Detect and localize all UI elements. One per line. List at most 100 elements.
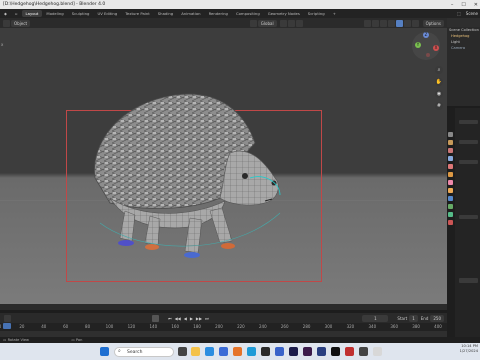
scene-icon: ⬚ <box>457 11 461 16</box>
property-row[interactable] <box>459 215 478 219</box>
gizmo-toggle-icon[interactable] <box>371 19 379 27</box>
transform-dropdown[interactable]: Global <box>257 19 277 27</box>
scene-name[interactable]: Scene <box>466 11 478 16</box>
play-reverse-icon[interactable]: ◀ <box>184 316 187 321</box>
add-workspace-button[interactable]: + <box>329 10 340 17</box>
ruler-tick: 40 <box>41 324 47 329</box>
scene-tab-icon[interactable] <box>448 164 453 169</box>
tab-geometry-nodes[interactable]: Geometry Nodes <box>264 10 304 17</box>
app-icon[interactable] <box>275 347 284 356</box>
3d-viewport[interactable]: x Z X Y ⌕ ✋ ◉ # <box>0 28 447 306</box>
property-row[interactable] <box>459 140 478 144</box>
transform-orientation-icon[interactable] <box>249 19 257 27</box>
pan-hand-icon[interactable]: ✋ <box>435 78 443 86</box>
task-view-icon[interactable] <box>178 347 187 356</box>
physics-tab-icon[interactable] <box>448 204 453 209</box>
output-tab-icon[interactable] <box>448 148 453 153</box>
axis-x-icon[interactable]: X <box>433 45 439 51</box>
collection-tab-icon[interactable] <box>448 180 453 185</box>
jump-start-icon[interactable]: ⏮ <box>168 316 172 321</box>
pivot-icon[interactable] <box>279 19 287 27</box>
visibility-icon[interactable] <box>363 19 371 27</box>
viewport-scrollbar[interactable] <box>0 304 447 310</box>
app-icon[interactable] <box>331 347 340 356</box>
end-frame-field[interactable]: 250 <box>430 314 444 322</box>
shading-material-icon[interactable] <box>403 19 411 27</box>
ortho-grid-icon[interactable]: # <box>435 102 443 110</box>
app-icon[interactable] <box>345 347 354 356</box>
premiere-icon[interactable] <box>303 347 312 356</box>
minimize-button[interactable]: – <box>451 2 454 8</box>
overlay-toggle-icon[interactable] <box>379 19 387 27</box>
file-explorer-icon[interactable] <box>191 347 200 356</box>
object-tab-icon[interactable] <box>448 188 453 193</box>
start-icon[interactable] <box>100 347 109 356</box>
shading-rendered-icon[interactable] <box>411 19 419 27</box>
ruler-tick: 100 <box>105 324 114 329</box>
options-dropdown[interactable]: Options <box>422 19 444 27</box>
app-icon[interactable] <box>373 347 382 356</box>
constraint-tab-icon[interactable] <box>448 212 453 217</box>
close-button[interactable]: ✕ <box>474 2 478 8</box>
navigation-gizmo[interactable]: Z X Y <box>412 32 440 60</box>
taskbar-search[interactable]: Search <box>114 347 174 357</box>
tab-texture-paint[interactable]: Texture Paint <box>121 10 154 17</box>
outliner-item-camera[interactable]: Camera <box>447 45 480 51</box>
app-icon[interactable] <box>359 347 368 356</box>
app-icon[interactable] <box>261 347 270 356</box>
property-row[interactable] <box>459 120 478 124</box>
play-icon[interactable]: ▶ <box>190 316 193 321</box>
ruler-tick: 0 <box>0 324 1 329</box>
view-layer-tab-icon[interactable] <box>448 156 453 161</box>
hedgehog-model[interactable] <box>80 83 310 263</box>
modifier-tab-icon[interactable] <box>448 196 453 201</box>
jump-end-icon[interactable]: ⏭ <box>205 316 209 321</box>
prev-key-icon[interactable]: ◀◀ <box>175 316 181 321</box>
end-label: End <box>420 315 429 321</box>
playhead[interactable] <box>3 323 11 329</box>
tab-modeling[interactable]: Modeling <box>42 10 67 17</box>
blender-logo-icon[interactable]: ◆ <box>0 10 11 17</box>
axis-z-icon[interactable]: Z <box>423 32 429 38</box>
tool-tab-icon[interactable] <box>448 132 453 137</box>
render-tab-icon[interactable] <box>448 140 453 145</box>
zoom-icon[interactable]: ⌕ <box>435 66 443 74</box>
edge-icon[interactable] <box>205 347 214 356</box>
tab-shading[interactable]: Shading <box>154 10 177 17</box>
start-frame-field[interactable]: 1 <box>409 314 418 322</box>
next-key-icon[interactable]: ▶▶ <box>196 316 202 321</box>
record-icon[interactable] <box>152 314 159 322</box>
app-icon[interactable] <box>247 347 256 356</box>
taskbar-clock[interactable]: 10:14 PM 1/27/2024 <box>460 344 478 354</box>
editor-type-icon[interactable] <box>3 19 10 27</box>
xray-toggle-icon[interactable] <box>387 19 395 27</box>
tab-rendering[interactable]: Rendering <box>205 10 232 17</box>
axis-y-icon[interactable]: Y <box>415 42 421 48</box>
tab-animation[interactable]: Animation <box>177 10 204 17</box>
snap-icon[interactable] <box>287 19 295 27</box>
current-frame-field[interactable]: 1 <box>362 314 389 322</box>
tab-uv-editing[interactable]: UV Editing <box>93 10 121 17</box>
property-row[interactable] <box>459 160 478 164</box>
timeline-editor-icon[interactable] <box>4 314 11 322</box>
photoshop-icon[interactable] <box>289 347 298 356</box>
proportional-icon[interactable] <box>295 19 303 27</box>
camera-view-icon[interactable]: ◉ <box>435 90 443 98</box>
world-tab-icon[interactable] <box>448 172 453 177</box>
menu-file[interactable]: ▫ <box>11 10 22 17</box>
property-dropdown[interactable] <box>459 278 478 283</box>
app-icon[interactable] <box>317 347 326 356</box>
tab-compositing[interactable]: Compositing <box>232 10 264 17</box>
mode-dropdown[interactable]: Object <box>11 19 31 27</box>
tab-layout[interactable]: Layout <box>21 10 43 17</box>
tab-sculpting[interactable]: Sculpting <box>68 10 94 17</box>
blender-taskbar-icon[interactable] <box>233 347 242 356</box>
shading-solid-icon[interactable] <box>395 19 403 27</box>
tab-scripting[interactable]: Scripting <box>304 10 329 17</box>
ruler-tick: 160 <box>171 324 180 329</box>
store-icon[interactable] <box>219 347 228 356</box>
texture-tab-icon[interactable] <box>448 220 453 225</box>
axis-neg-x-icon[interactable] <box>426 53 430 57</box>
maximize-button[interactable]: ☐ <box>461 2 465 8</box>
timeline-ruler[interactable]: 0 20 40 60 80 100 120 140 160 180 200 220 240 260 280 3… <box>0 323 480 331</box>
